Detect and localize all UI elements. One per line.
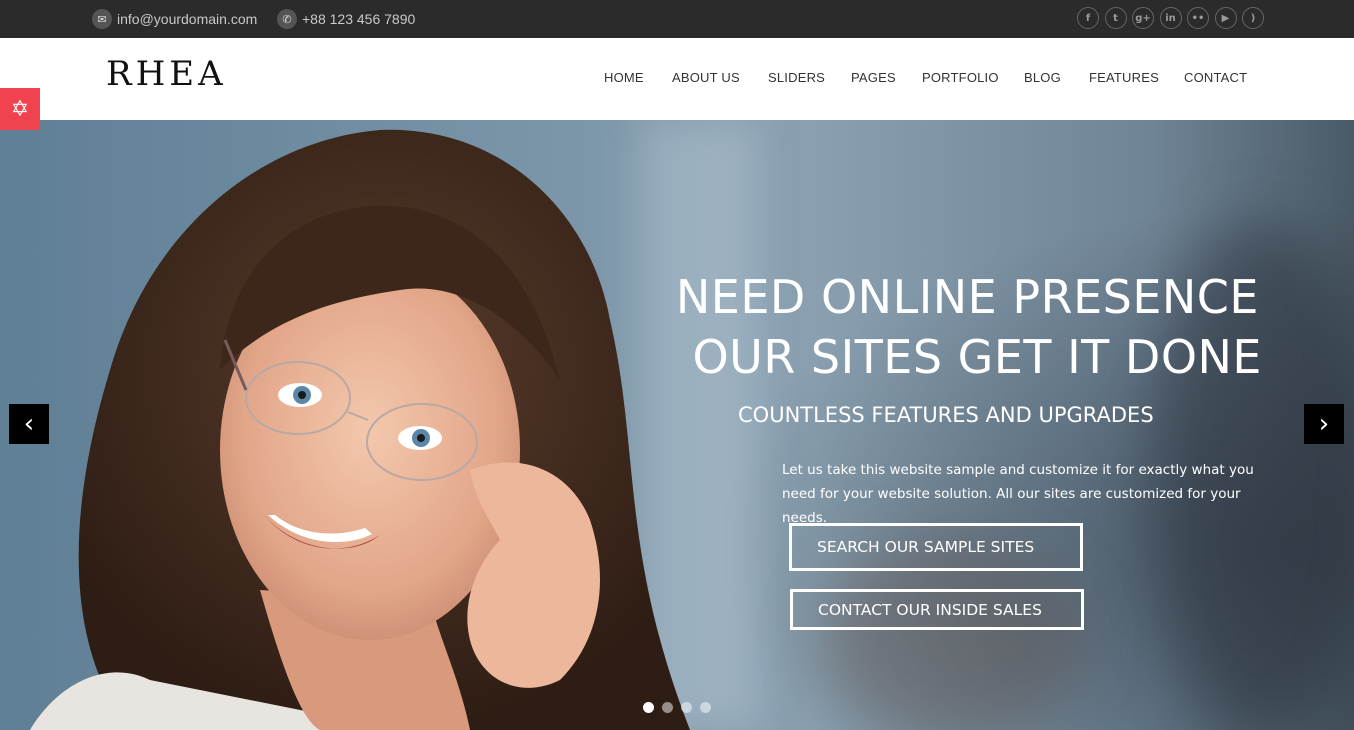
linkedin-icon[interactable]: in bbox=[1159, 7, 1182, 29]
rss-icon[interactable]: ) bbox=[1242, 7, 1264, 29]
youtube-icon[interactable]: ▶ bbox=[1214, 7, 1237, 29]
flickr-icon[interactable]: •• bbox=[1187, 7, 1209, 29]
email-text[interactable]: info@yourdomain.com bbox=[117, 11, 257, 27]
slider-pagination bbox=[643, 702, 719, 713]
facebook-icon[interactable]: f bbox=[1077, 7, 1099, 29]
envelope-icon: ✉ bbox=[92, 9, 112, 29]
phone-icon: ✆ bbox=[277, 9, 297, 29]
nav-item-features[interactable]: FEATURES bbox=[1089, 70, 1159, 85]
nav-item-home[interactable]: HOME bbox=[604, 70, 644, 85]
email-contact[interactable]: ✉ info@yourdomain.com bbox=[92, 9, 257, 29]
site-header: RHEA HOME ABOUT US SLIDERS PAGES PORTFOL… bbox=[0, 38, 1354, 120]
hero-paragraph: Let us take this website sample and cust… bbox=[782, 462, 1254, 526]
hero-headline-line-2: OUR SITES GET IT DONE bbox=[692, 330, 1262, 384]
phone-contact[interactable]: ✆ +88 123 456 7890 bbox=[277, 9, 415, 29]
slider-prev-arrow-icon[interactable]: ‹ bbox=[9, 404, 49, 444]
hero-headline-line-1: NEED ONLINE PRESENCE bbox=[675, 270, 1259, 324]
slider-next-arrow-icon[interactable]: › bbox=[1304, 404, 1344, 444]
top-bar: ✉ info@yourdomain.com ✆ +88 123 456 7890… bbox=[0, 0, 1354, 38]
slider-dot-3[interactable] bbox=[681, 702, 692, 713]
contact-inside-sales-button[interactable]: CONTACT OUR INSIDE SALES bbox=[790, 589, 1084, 630]
slider-dot-1[interactable] bbox=[643, 702, 654, 713]
phone-text[interactable]: +88 123 456 7890 bbox=[302, 11, 415, 27]
google-plus-icon[interactable]: g+ bbox=[1132, 7, 1154, 29]
hero-subheadline: COUNTLESS FEATURES AND UPGRADES bbox=[738, 403, 1154, 427]
nav-item-portfolio[interactable]: PORTFOLIO bbox=[922, 70, 999, 85]
twitter-icon[interactable]: t bbox=[1104, 7, 1127, 29]
nav-item-sliders[interactable]: SLIDERS bbox=[768, 70, 825, 85]
hero-slider: NEED ONLINE PRESENCE OUR SITES GET IT DO… bbox=[0, 120, 1354, 730]
slider-dot-4[interactable] bbox=[700, 702, 711, 713]
main-nav: HOME ABOUT US SLIDERS PAGES PORTFOLIO BL… bbox=[0, 70, 1354, 90]
hero-photo-woman bbox=[30, 129, 690, 730]
nav-item-blog[interactable]: BLOG bbox=[1024, 70, 1061, 85]
social-links: f t g+ in •• ▶ ) bbox=[1077, 7, 1270, 29]
nav-item-contact[interactable]: CONTACT bbox=[1184, 70, 1247, 85]
slider-dot-2[interactable] bbox=[662, 702, 673, 713]
settings-gear-icon[interactable]: ✡ bbox=[0, 88, 40, 130]
nav-item-about-us[interactable]: ABOUT US bbox=[672, 70, 740, 85]
nav-item-pages[interactable]: PAGES bbox=[851, 70, 896, 85]
search-sample-sites-button[interactable]: SEARCH OUR SAMPLE SITES bbox=[789, 523, 1083, 571]
